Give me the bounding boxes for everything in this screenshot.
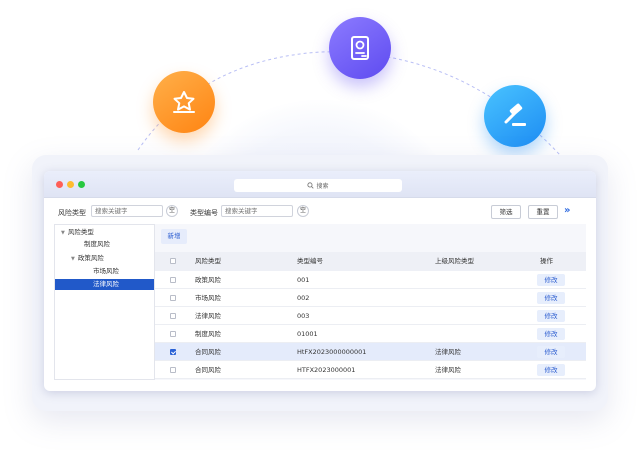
tree-item-label: 政策风险 — [77, 254, 104, 262]
table-header: 风险类型 类型编号 上级风险类型 操作 — [155, 252, 586, 271]
edit-button[interactable]: 修改 — [537, 274, 565, 286]
column-header-action: 操作 — [540, 257, 553, 265]
row-checkbox[interactable] — [170, 313, 176, 319]
row-checkbox[interactable] — [170, 349, 176, 355]
reset-button[interactable]: 重置 — [528, 205, 558, 219]
cell-risk-type: 市场风险 — [195, 294, 221, 302]
column-header-parent-type: 上级风险类型 — [435, 257, 474, 265]
row-checkbox[interactable] — [170, 277, 176, 283]
risk-type-clear-button[interactable]: 空 — [166, 205, 178, 217]
cell-parent-type: 法律风险 — [435, 348, 461, 356]
search-icon — [307, 182, 315, 189]
table-row[interactable]: 市场风险 002 修改 — [155, 289, 586, 307]
table-row[interactable]: 政策风险 001 修改 — [155, 271, 586, 289]
window-search-placeholder: 搜索 — [316, 183, 329, 190]
title-bar: 搜索 — [44, 171, 596, 198]
cell-risk-type: 合同风险 — [195, 366, 221, 374]
filter-button[interactable]: 筛选 — [491, 205, 521, 219]
type-code-clear-button[interactable]: 空 — [297, 205, 309, 217]
tree-item-policy-risk[interactable]: ▼ 政策风险 — [71, 253, 104, 264]
select-all-checkbox[interactable] — [170, 258, 176, 264]
page: 搜索 风险类型 空 类型编号 空 筛选 重置 » ▼风险类型 制度风险 ▼政策风… — [0, 0, 640, 472]
row-checkbox[interactable] — [170, 331, 176, 337]
cell-type-code: HTFX2023000001 — [297, 366, 356, 374]
star-badge-icon — [153, 71, 215, 133]
caret-down-icon: ▼ — [61, 230, 65, 236]
tree-root-label: 风险类型 — [67, 228, 94, 236]
cell-parent-type: 法律风险 — [435, 366, 461, 374]
column-header-risk-type: 风险类型 — [195, 257, 221, 265]
risk-type-tree: ▼ 风险类型 制度风险 ▼ 政策风险 市场风险 法律风险 — [54, 224, 155, 380]
gavel-icon — [484, 85, 546, 147]
cell-type-code: 01001 — [297, 330, 318, 338]
table-row[interactable]: 制度风险 01001 修改 — [155, 325, 586, 343]
tree-item-label: 制度风险 — [84, 240, 110, 248]
cell-type-code: HtFX2023000000001 — [297, 348, 367, 356]
risk-type-search-input[interactable] — [91, 205, 163, 217]
tree-item-label: 市场风险 — [93, 267, 119, 275]
maximize-window-button[interactable] — [78, 181, 85, 188]
app-window: 搜索 风险类型 空 类型编号 空 筛选 重置 » ▼风险类型 制度风险 ▼政策风… — [44, 171, 596, 391]
filter-bar: 风险类型 空 类型编号 空 筛选 重置 » — [44, 198, 596, 224]
add-button[interactable]: 新增 — [161, 229, 187, 244]
window-search-bar[interactable]: 搜索 — [234, 179, 402, 192]
tree-root-risk-type[interactable]: ▼ 风险类型 — [61, 227, 94, 238]
table-row[interactable]: 法律风险 003 修改 — [155, 307, 586, 325]
cell-type-code: 001 — [297, 276, 310, 284]
cell-risk-type: 制度风险 — [195, 330, 221, 338]
table-row[interactable]: 合同风险 HTFX2023000001 法律风险 修改 — [155, 361, 586, 379]
edit-button[interactable]: 修改 — [537, 292, 565, 304]
edit-button[interactable]: 修改 — [537, 328, 565, 340]
cell-risk-type: 合同风险 — [195, 348, 221, 356]
edit-button[interactable]: 修改 — [537, 346, 565, 358]
cell-risk-type: 政策风险 — [195, 276, 221, 284]
edit-button[interactable]: 修改 — [537, 364, 565, 376]
document-certificate-icon — [329, 17, 391, 79]
close-window-button[interactable] — [56, 181, 63, 188]
type-code-search-input[interactable] — [221, 205, 293, 217]
cell-type-code: 002 — [297, 294, 310, 302]
tree-item-legal-risk[interactable]: 法律风险 — [55, 279, 154, 290]
cell-risk-type: 法律风险 — [195, 312, 221, 320]
table-panel: 新增 风险类型 类型编号 上级风险类型 操作 政策风险 001 修改 市场风险 … — [155, 224, 586, 380]
tree-item-institution-risk[interactable]: 制度风险 — [84, 239, 110, 250]
row-checkbox[interactable] — [170, 367, 176, 373]
tree-item-market-risk[interactable]: 市场风险 — [93, 266, 119, 277]
cell-type-code: 003 — [297, 312, 310, 320]
risk-type-filter-label: 风险类型 — [58, 209, 86, 217]
expand-icon[interactable]: » — [564, 205, 570, 217]
minimize-window-button[interactable] — [67, 181, 74, 188]
table-row[interactable]: 合同风险 HtFX2023000000001 法律风险 修改 — [155, 343, 586, 361]
caret-down-icon: ▼ — [71, 256, 75, 262]
row-checkbox[interactable] — [170, 295, 176, 301]
edit-button[interactable]: 修改 — [537, 310, 565, 322]
type-code-filter-label: 类型编号 — [190, 209, 218, 217]
column-header-type-code: 类型编号 — [297, 257, 323, 265]
tree-item-label: 法律风险 — [93, 280, 119, 288]
